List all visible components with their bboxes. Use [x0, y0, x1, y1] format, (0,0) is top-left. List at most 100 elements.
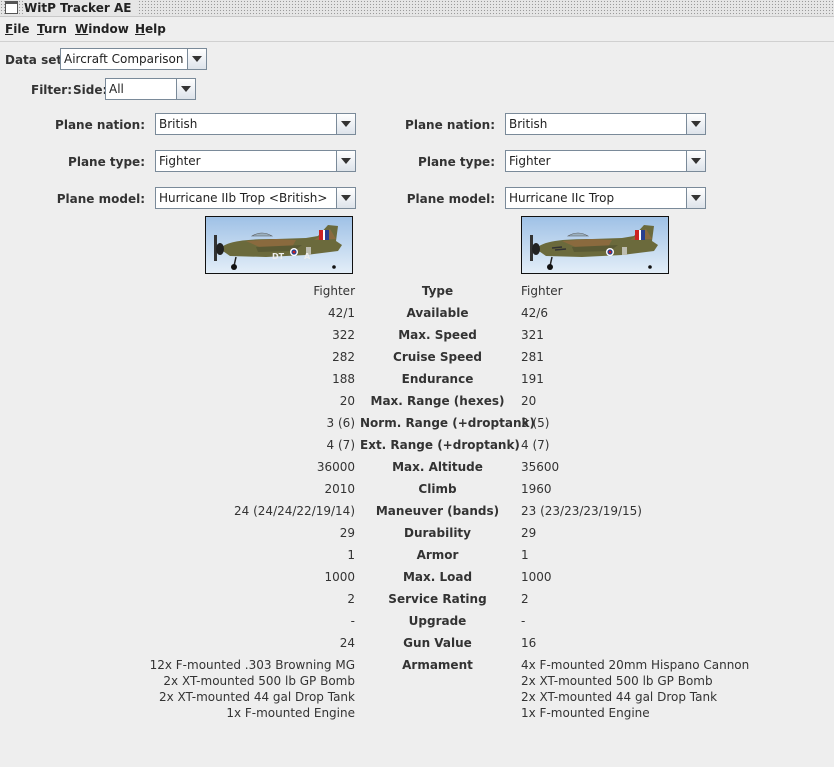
left-type-label: Plane type:: [68, 155, 145, 169]
right-armament-list: 4x F-mounted 20mm Hispano Cannon 2x XT-m…: [521, 657, 749, 721]
chevron-down-icon[interactable]: [686, 188, 705, 208]
left-stat-value: 188: [332, 372, 355, 386]
right-stat-value: 23 (23/23/23/19/15): [521, 504, 642, 518]
armament-item: 2x XT-mounted 44 gal Drop Tank: [521, 690, 718, 704]
chevron-down-icon[interactable]: [336, 188, 355, 208]
stat-label: Service Rating: [388, 592, 487, 606]
left-nation-select[interactable]: British: [155, 113, 356, 135]
stat-label: Upgrade: [408, 614, 467, 628]
left-stat-value: 3 (6): [326, 416, 355, 430]
right-nation-label: Plane nation:: [405, 118, 495, 132]
chevron-down-icon[interactable]: [176, 79, 195, 99]
armament-item: 4x F-mounted 20mm Hispano Cannon: [521, 658, 750, 672]
chevron-down-icon[interactable]: [336, 114, 355, 134]
armament-item: 1x F-mounted Engine: [226, 706, 355, 720]
right-stat-value: -: [521, 614, 526, 628]
right-stat-value: 281: [521, 350, 544, 364]
right-stat-value: 29: [521, 526, 537, 540]
stat-label: Armor: [416, 548, 459, 562]
left-nation-label: Plane nation:: [55, 118, 145, 132]
right-nation-value: British: [509, 117, 548, 131]
right-stat-value: 191: [521, 372, 544, 386]
svg-text:DT: DT: [272, 252, 285, 261]
right-plane-image: [521, 216, 669, 274]
left-stat-value: 24: [339, 636, 355, 650]
right-stat-value: 4 (7): [521, 438, 550, 452]
armament-label: Armament: [402, 658, 473, 672]
right-model-value: Hurricane IIc Trop: [509, 191, 615, 205]
stat-label: Endurance: [401, 372, 474, 386]
left-stat-value: -: [350, 614, 355, 628]
right-stat-value: 1960: [521, 482, 552, 496]
left-armament-list: 12x F-mounted .303 Browning MG 2x XT-mou…: [150, 657, 355, 721]
dataset-value: Aircraft Comparison: [64, 52, 184, 66]
right-model-label: Plane model:: [406, 192, 495, 206]
right-stat-value: 20: [521, 394, 537, 408]
window-title: WitP Tracker AE: [24, 0, 138, 16]
left-nation-value: British: [159, 117, 198, 131]
right-stat-value: 42/6: [521, 306, 548, 320]
armament-item: 2x XT-mounted 500 lb GP Bomb: [163, 674, 355, 688]
stat-label: Max. Speed: [398, 328, 477, 342]
chevron-down-icon[interactable]: [686, 151, 705, 171]
side-value: All: [109, 82, 124, 96]
stat-label: Durability: [403, 526, 471, 540]
armament-item: 12x F-mounted .303 Browning MG: [149, 658, 355, 672]
dataset-select[interactable]: Aircraft Comparison: [60, 48, 207, 70]
menu-window[interactable]: Window: [75, 22, 129, 36]
right-stat-value: 3 (5): [521, 416, 550, 430]
left-plane-image: DT A: [205, 216, 353, 274]
menu-help[interactable]: Help: [135, 22, 166, 36]
left-type-value: Fighter: [159, 154, 201, 168]
menu-file[interactable]: File: [5, 22, 30, 36]
stat-label: Norm. Range (+droptank): [360, 416, 535, 430]
menu-turn[interactable]: Turn: [37, 22, 67, 36]
right-stat-value: 35600: [521, 460, 560, 474]
stat-label: Maneuver (bands): [375, 504, 500, 518]
chevron-down-icon[interactable]: [336, 151, 355, 171]
right-stat-value: 321: [521, 328, 544, 342]
left-type-select[interactable]: Fighter: [155, 150, 356, 172]
right-nation-select[interactable]: British: [505, 113, 706, 135]
stat-label: Type: [421, 284, 454, 298]
title-bar: WitP Tracker AE: [0, 0, 834, 17]
left-stat-value: 42/1: [328, 306, 355, 320]
right-type-label: Plane type:: [418, 155, 495, 169]
armament-item: 2x XT-mounted 500 lb GP Bomb: [521, 674, 713, 688]
left-stat-value: Fighter: [313, 284, 355, 298]
left-model-select[interactable]: Hurricane IIb Trop <British>: [155, 187, 356, 209]
left-stat-value: 1000: [324, 570, 355, 584]
right-model-select[interactable]: Hurricane IIc Trop: [505, 187, 706, 209]
filter-label: Filter:: [31, 83, 73, 97]
side-label: Side:: [73, 83, 108, 97]
right-stat-value: 1: [521, 548, 529, 562]
hurricane-plane-icon: [522, 217, 668, 273]
right-type-value: Fighter: [509, 154, 551, 168]
right-stat-value: 2: [521, 592, 529, 606]
left-stat-value: 36000: [316, 460, 355, 474]
stat-label: Max. Load: [402, 570, 473, 584]
stat-label: Cruise Speed: [393, 350, 482, 364]
stat-label: Gun Value: [403, 636, 472, 650]
side-select[interactable]: All: [105, 78, 196, 100]
armament-item: 1x F-mounted Engine: [521, 706, 650, 720]
chevron-down-icon[interactable]: [686, 114, 705, 134]
left-model-label: Plane model:: [56, 192, 145, 206]
right-type-select[interactable]: Fighter: [505, 150, 706, 172]
left-stat-value: 4 (7): [326, 438, 355, 452]
right-stat-value: Fighter: [521, 284, 563, 298]
menu-bar: File Turn Window Help: [0, 17, 834, 42]
window-icon: [5, 1, 18, 14]
left-stat-value: 1: [347, 548, 355, 562]
armament-item: 2x XT-mounted 44 gal Drop Tank: [158, 690, 355, 704]
left-stat-value: 2: [347, 592, 355, 606]
stat-label: Max. Range (hexes): [370, 394, 505, 408]
chevron-down-icon[interactable]: [187, 49, 206, 69]
left-stat-value: 29: [339, 526, 355, 540]
dataset-label: Data set:: [5, 53, 67, 67]
left-stat-value: 322: [332, 328, 355, 342]
right-stat-value: 16: [521, 636, 537, 650]
stat-label: Max. Altitude: [392, 460, 483, 474]
left-stat-value: 20: [339, 394, 355, 408]
right-stat-value: 1000: [521, 570, 552, 584]
